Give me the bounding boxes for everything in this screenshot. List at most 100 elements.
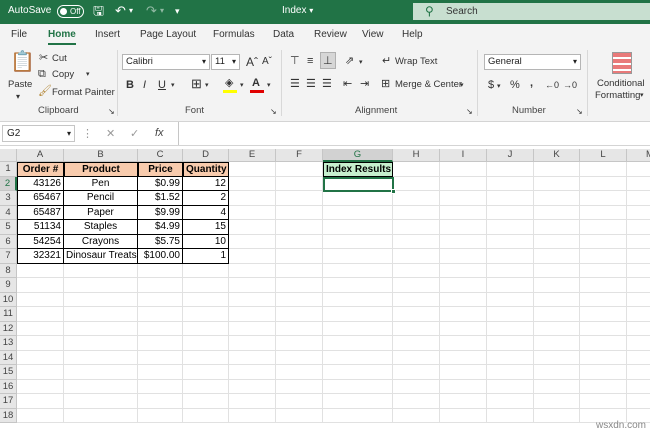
cell[interactable] bbox=[627, 322, 650, 336]
redo-dropdown-icon[interactable]: ▾ bbox=[160, 3, 164, 19]
cell[interactable] bbox=[229, 394, 276, 409]
cut-button[interactable]: Cut bbox=[52, 53, 67, 64]
column-header-f[interactable]: F bbox=[276, 149, 323, 162]
cell[interactable] bbox=[627, 235, 650, 249]
cell[interactable] bbox=[580, 191, 627, 206]
font-launcher-icon[interactable]: ↘ bbox=[270, 106, 277, 118]
name-box[interactable]: G2 ▾ bbox=[2, 125, 75, 142]
cell[interactable] bbox=[183, 336, 229, 351]
cell[interactable] bbox=[487, 162, 534, 177]
cell[interactable] bbox=[323, 234, 393, 249]
table-header-cell[interactable]: Product bbox=[64, 162, 138, 177]
cell[interactable] bbox=[229, 234, 276, 249]
cell[interactable] bbox=[440, 379, 487, 394]
fill-color-icon[interactable]: ◈ bbox=[225, 77, 233, 89]
decrease-decimal-icon[interactable]: →0 bbox=[563, 79, 577, 91]
cell[interactable] bbox=[627, 177, 650, 191]
cell[interactable] bbox=[276, 278, 323, 293]
cell[interactable] bbox=[276, 162, 323, 177]
cell[interactable] bbox=[323, 379, 393, 394]
table-header-cell[interactable]: Price bbox=[138, 162, 183, 177]
cell[interactable] bbox=[534, 336, 580, 351]
column-header-c[interactable]: C bbox=[138, 149, 183, 162]
insert-function-icon[interactable]: fx bbox=[155, 127, 164, 139]
cell[interactable] bbox=[64, 408, 138, 423]
fill-handle[interactable] bbox=[391, 189, 396, 194]
row-header-1[interactable]: 1 bbox=[0, 162, 17, 177]
font-name-box[interactable]: Calibri ▾ bbox=[122, 54, 210, 70]
cell[interactable] bbox=[534, 394, 580, 409]
column-header-g[interactable]: G bbox=[323, 149, 393, 162]
merge-dropdown-icon[interactable]: ▾ bbox=[460, 80, 464, 92]
cell[interactable] bbox=[440, 176, 487, 191]
cell[interactable] bbox=[627, 191, 650, 206]
number-format-box[interactable]: General ▾ bbox=[484, 54, 581, 70]
cell[interactable] bbox=[17, 263, 64, 278]
bold-icon[interactable]: B bbox=[126, 79, 134, 91]
cell[interactable] bbox=[393, 220, 440, 235]
cell[interactable] bbox=[183, 394, 229, 409]
cell[interactable] bbox=[393, 350, 440, 365]
cell[interactable] bbox=[580, 234, 627, 249]
cell[interactable] bbox=[276, 249, 323, 264]
cell[interactable] bbox=[580, 379, 627, 394]
table-cell[interactable]: Paper bbox=[64, 205, 138, 220]
cell[interactable] bbox=[487, 249, 534, 264]
tab-review[interactable]: Review bbox=[314, 29, 347, 40]
cell[interactable] bbox=[487, 365, 534, 380]
save-icon[interactable]: 🖫 bbox=[93, 3, 104, 19]
cell[interactable] bbox=[276, 191, 323, 206]
conditional-formatting-button[interactable]: Conditional Formatting ▾ bbox=[592, 50, 650, 102]
cell[interactable] bbox=[138, 394, 183, 409]
cell[interactable] bbox=[440, 162, 487, 177]
cell[interactable] bbox=[183, 379, 229, 394]
comma-icon[interactable]: , bbox=[530, 77, 533, 89]
cell[interactable] bbox=[64, 379, 138, 394]
cell[interactable] bbox=[627, 206, 650, 220]
copy-icon[interactable]: ⧉ bbox=[38, 68, 46, 80]
cell[interactable] bbox=[323, 191, 393, 206]
cell[interactable] bbox=[534, 162, 580, 177]
tab-help[interactable]: Help bbox=[402, 29, 423, 40]
cell[interactable] bbox=[276, 220, 323, 235]
align-middle-icon[interactable]: ≡ bbox=[307, 55, 313, 67]
alignment-launcher-icon[interactable]: ↘ bbox=[466, 106, 473, 118]
cell[interactable] bbox=[393, 205, 440, 220]
font-color-icon[interactable]: A bbox=[252, 77, 260, 89]
cell[interactable] bbox=[323, 365, 393, 380]
merge-center-icon[interactable]: ⊞ bbox=[381, 78, 390, 90]
cell[interactable] bbox=[393, 336, 440, 351]
table-cell[interactable]: 65467 bbox=[17, 191, 64, 206]
cancel-icon[interactable]: ✕ bbox=[106, 128, 115, 140]
cell[interactable] bbox=[64, 394, 138, 409]
cell[interactable] bbox=[229, 321, 276, 336]
underline-dropdown-icon[interactable]: ▾ bbox=[171, 80, 175, 92]
row-header-2[interactable]: 2 bbox=[0, 176, 17, 191]
cell[interactable] bbox=[534, 205, 580, 220]
cell[interactable] bbox=[323, 249, 393, 264]
copy-button[interactable]: Copy bbox=[52, 69, 74, 80]
table-cell[interactable]: $1.52 bbox=[138, 191, 183, 206]
underline-icon[interactable]: U bbox=[158, 79, 166, 91]
cell[interactable] bbox=[487, 408, 534, 423]
cell[interactable] bbox=[580, 336, 627, 351]
cell[interactable] bbox=[393, 191, 440, 206]
table-cell[interactable]: 2 bbox=[183, 191, 229, 206]
cell[interactable] bbox=[487, 321, 534, 336]
cell[interactable] bbox=[393, 249, 440, 264]
column-header-a[interactable]: A bbox=[17, 149, 64, 162]
cell[interactable] bbox=[229, 205, 276, 220]
tab-data[interactable]: Data bbox=[273, 29, 294, 40]
align-center-icon[interactable]: ☰ bbox=[306, 78, 316, 90]
row-header-9[interactable]: 9 bbox=[0, 278, 17, 293]
cell[interactable] bbox=[229, 263, 276, 278]
tab-file[interactable]: File bbox=[11, 29, 27, 40]
cell[interactable] bbox=[440, 321, 487, 336]
tab-home[interactable]: Home bbox=[48, 29, 76, 45]
cell[interactable] bbox=[323, 350, 393, 365]
cell[interactable] bbox=[393, 162, 440, 177]
table-cell[interactable]: 15 bbox=[183, 220, 229, 235]
cell[interactable] bbox=[534, 263, 580, 278]
cell[interactable] bbox=[487, 278, 534, 293]
font-color-dropdown-icon[interactable]: ▾ bbox=[267, 80, 271, 92]
